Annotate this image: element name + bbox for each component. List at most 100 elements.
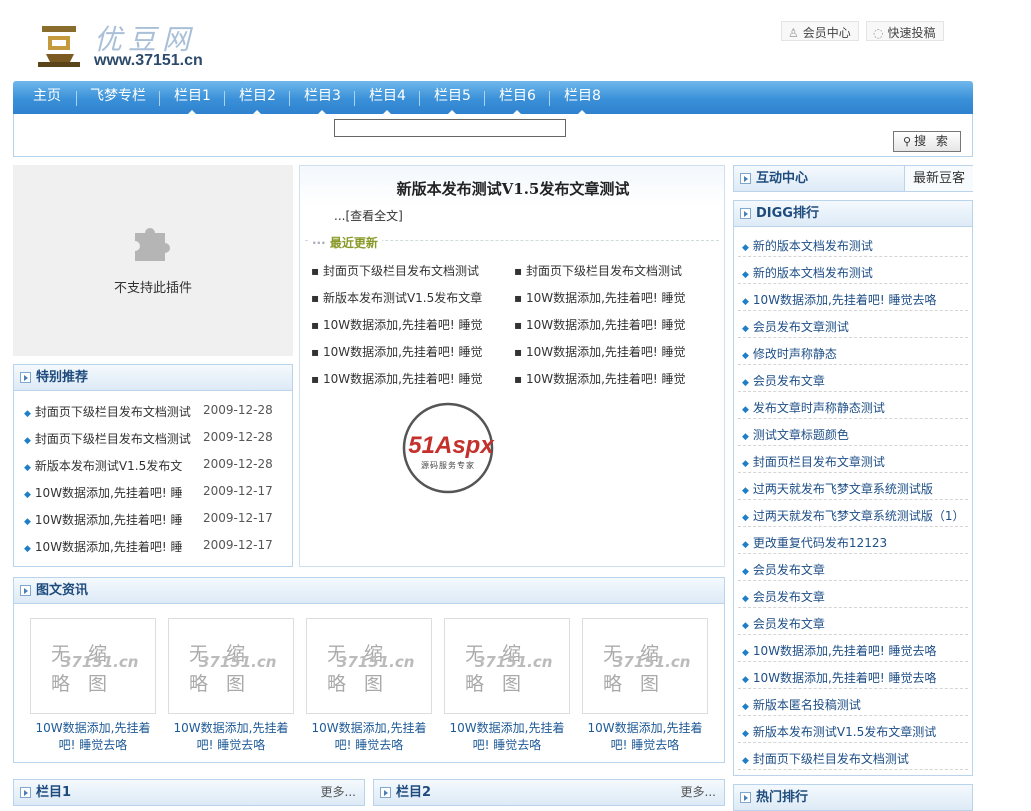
gallery-caption[interactable]: 10W数据添加,先挂着吧! 睡觉去咯 (582, 720, 708, 754)
digg-item-title: 新版本发布测试V1.5发布文章测试 (752, 725, 937, 739)
list-item[interactable]: ▪ 封面页下级栏目发布文档测试 (514, 262, 682, 279)
gallery-thumbnail[interactable]: 无缩 略图 37151.cn (444, 618, 570, 714)
list-item[interactable]: ▪ 10W数据添加,先挂着吧! 睡觉 (514, 316, 686, 333)
digg-list-item[interactable]: ◆ 修改时声称静态 (742, 345, 837, 362)
list-item[interactable]: ▪ 新版本发布测试V1.5发布文章 (311, 289, 482, 306)
list-item[interactable]: ▪ 10W数据添加,先挂着吧! 睡觉 (311, 316, 483, 333)
search-button-label: 搜 索 (914, 134, 951, 148)
digg-list-item[interactable]: ◆ 过两天就发布飞梦文章系统测试版（1） (742, 507, 965, 524)
digg-list-item[interactable]: ◆ 过两天就发布飞梦文章系统测试版 (742, 480, 933, 497)
list-item[interactable]: ◆ 10W数据添加,先挂着吧! 睡 (24, 538, 183, 555)
gallery-caption[interactable]: 10W数据添加,先挂着吧! 睡觉去咯 (444, 720, 570, 754)
row-divider (738, 310, 968, 311)
digg-list-item[interactable]: ◆ 封面页下级栏目发布文档测试 (742, 750, 909, 767)
bullet-icon: ◆ (742, 567, 749, 577)
column1-more-link[interactable]: 更多... (321, 780, 356, 805)
read-more-link[interactable]: ...[查看全文] (334, 207, 403, 224)
bullet-icon: ◆ (742, 513, 749, 523)
column2-more-link[interactable]: 更多... (681, 780, 716, 805)
list-item-date: 2009-12-17 (203, 484, 273, 498)
row-divider (738, 472, 968, 473)
thumb-watermark: 37151.cn (475, 653, 553, 671)
row-divider (738, 391, 968, 392)
nav-divider (159, 91, 160, 106)
nav-divider (549, 91, 550, 106)
quick-submit-link[interactable]: ◌ 快速投稿 (866, 21, 944, 41)
list-item-title: 封面页下级栏目发布文档测试 (322, 264, 479, 278)
ad-brand: 51Aspx (408, 432, 494, 459)
bean-logo-icon (38, 26, 80, 67)
row-divider (738, 445, 968, 446)
digg-list-item[interactable]: ◆ 10W数据添加,先挂着吧! 睡觉去咯 (742, 642, 937, 659)
gallery-title: 图文资讯 (36, 583, 89, 598)
digg-list-item[interactable]: ◆ 新的版本文档发布测试 (742, 237, 873, 254)
bullet-icon: ◆ (742, 540, 749, 550)
digg-list-item[interactable]: ◆ 发布文章时声称静态测试 (742, 399, 885, 416)
list-item-title: 10W数据添加,先挂着吧! 睡觉 (322, 372, 483, 386)
list-item[interactable]: ▪ 10W数据添加,先挂着吧! 睡觉 (514, 289, 686, 306)
hot-header: 热门排行 (733, 784, 973, 811)
digg-list-item[interactable]: ◆ 会员发布文章测试 (742, 318, 849, 335)
nav-item-feimeng[interactable]: 飞梦专栏 (90, 81, 146, 114)
gallery-caption[interactable]: 10W数据添加,先挂着吧! 睡觉去咯 (30, 720, 156, 754)
bullet-icon: ◆ (742, 702, 749, 712)
gallery-caption[interactable]: 10W数据添加,先挂着吧! 睡觉去咯 (306, 720, 432, 754)
list-item[interactable]: ◆ 封面页下级栏目发布文档测试 (24, 403, 191, 420)
tab-latest-members[interactable]: 最新豆客 (904, 166, 973, 191)
digg-list-item[interactable]: ◆ 更改重复代码发布12123 (742, 534, 887, 551)
list-item[interactable]: ▪ 封面页下级栏目发布文档测试 (311, 262, 479, 279)
bullet-icon: ◆ (742, 621, 749, 631)
list-item[interactable]: ◆ 封面页下级栏目发布文档测试 (24, 430, 191, 447)
list-item[interactable]: ◆ 10W数据添加,先挂着吧! 睡 (24, 484, 183, 501)
digg-list-item[interactable]: ◆ 会员发布文章 (742, 615, 825, 632)
digg-list-item[interactable]: ◆ 会员发布文章 (742, 561, 825, 578)
interactive-title[interactable]: 互动中心 (756, 171, 808, 186)
thumb-placeholder: 略图 (189, 673, 264, 695)
gallery-caption[interactable]: 10W数据添加,先挂着吧! 睡觉去咯 (168, 720, 294, 754)
nav-item-home[interactable]: 主页 (33, 81, 61, 114)
digg-list-item[interactable]: ◆ 会员发布文章 (742, 372, 825, 389)
digg-item-title: 会员发布文章 (752, 563, 825, 577)
digg-list-item[interactable]: ◆ 会员发布文章 (742, 588, 825, 605)
digg-item-title: 10W数据添加,先挂着吧! 睡觉去咯 (752, 293, 937, 307)
gallery-thumbnail[interactable]: 无缩 略图 37151.cn (168, 618, 294, 714)
thumb-watermark: 37151.cn (61, 653, 139, 671)
digg-list-item[interactable]: ◆ 封面页栏目发布文章测试 (742, 453, 885, 470)
digg-item-title: 测试文章标题颜色 (752, 428, 849, 442)
row-divider (738, 256, 968, 257)
digg-list-item[interactable]: ◆ 10W数据添加,先挂着吧! 睡觉去咯 (742, 669, 937, 686)
digg-list-item[interactable]: ◆ 测试文章标题颜色 (742, 426, 849, 443)
row-divider (738, 364, 968, 365)
list-item[interactable]: ◆ 10W数据添加,先挂着吧! 睡 (24, 511, 183, 528)
list-item-title: 10W数据添加,先挂着吧! 睡 (34, 486, 183, 500)
digg-item-title: 会员发布文章 (752, 590, 825, 604)
search-button[interactable]: ⚲ 搜 索 (893, 131, 961, 152)
list-item[interactable]: ▪ 10W数据添加,先挂着吧! 睡觉 (514, 343, 686, 360)
headline-title[interactable]: 新版本发布测试V1.5发布文章测试 (300, 178, 726, 199)
thumb-placeholder: 略图 (465, 673, 540, 695)
latest-title-text: 最近更新 (329, 236, 378, 250)
ad-banner[interactable]: 51Aspx 源码服务专家 (386, 402, 516, 494)
list-item-title: 10W数据添加,先挂着吧! 睡觉 (322, 318, 483, 332)
row-divider (738, 553, 968, 554)
section-icon (20, 372, 31, 383)
list-item[interactable]: ▪ 10W数据添加,先挂着吧! 睡觉 (311, 343, 483, 360)
thumb-watermark: 37151.cn (613, 653, 691, 671)
digg-list-item[interactable]: ◆ 新的版本文档发布测试 (742, 264, 873, 281)
member-center-link[interactable]: ♙ 会员中心 (781, 21, 859, 41)
gallery-thumbnail[interactable]: 无缩 略图 37151.cn (582, 618, 708, 714)
list-item[interactable]: ◆ 新版本发布测试V1.5发布文 (24, 457, 182, 474)
thumb-watermark: 37151.cn (337, 653, 415, 671)
list-item[interactable]: ▪ 10W数据添加,先挂着吧! 睡觉 (311, 370, 483, 387)
digg-list-item[interactable]: ◆ 新版本匿名投稿测试 (742, 696, 861, 713)
featured-list: ◆ 封面页下级栏目发布文档测试 2009-12-28 ◆ 封面页下级栏目发布文档测试… (13, 391, 293, 567)
digg-list-item[interactable]: ◆ 10W数据添加,先挂着吧! 睡觉去咯 (742, 291, 937, 308)
list-item-date: 2009-12-28 (203, 403, 273, 417)
gallery-thumbnail[interactable]: 无缩 略图 37151.cn (30, 618, 156, 714)
digg-list-item[interactable]: ◆ 新版本发布测试V1.5发布文章测试 (742, 723, 936, 740)
row-divider (738, 283, 968, 284)
site-logo[interactable]: 优豆网 www.37151.cn (36, 16, 236, 72)
gallery-thumbnail[interactable]: 无缩 略图 37151.cn (306, 618, 432, 714)
list-item[interactable]: ▪ 10W数据添加,先挂着吧! 睡觉 (514, 370, 686, 387)
search-input[interactable] (334, 119, 566, 137)
